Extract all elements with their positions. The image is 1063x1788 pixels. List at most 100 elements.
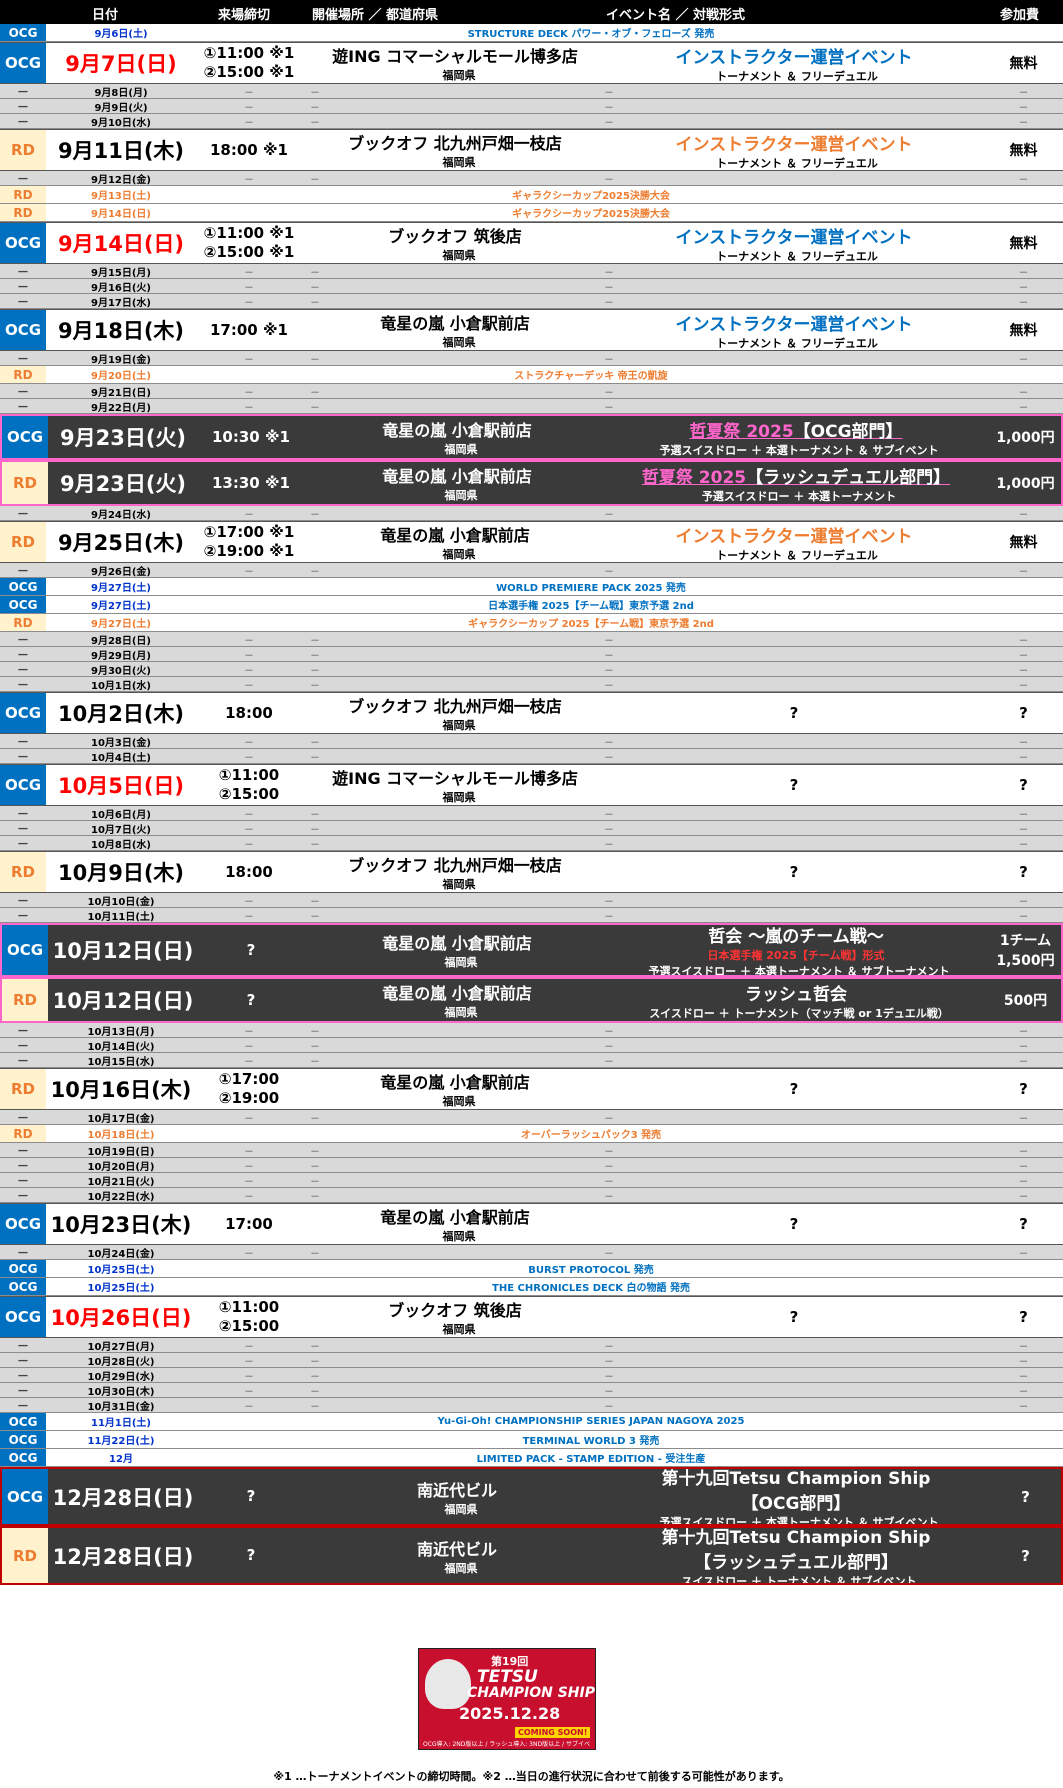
row-type-dash: － <box>16 1053 29 1068</box>
venue: ブックオフ 北九州戸畑一枝店 福岡県 <box>310 852 600 892</box>
row-type-dash: － <box>16 1143 29 1158</box>
venue-dash: － <box>310 1248 320 1260</box>
fee-dash: － <box>1018 1041 1029 1053</box>
entry-fee: ? <box>986 1528 1061 1583</box>
table-row: － 10月3日(金) － － － － <box>0 734 1063 749</box>
badge-ocg: OCG <box>0 693 46 733</box>
event-title-main: 哲夏祭 2025 <box>641 467 747 488</box>
date-cell: 11月22日(土) <box>87 1436 155 1447</box>
table-row: － 9月26日(金) － － － － <box>0 563 1063 578</box>
deadline-time: ? <box>246 1487 256 1505</box>
date-cell: 9月8日(月) <box>94 87 148 99</box>
event-format: 予選スイスドロー ＋ 本選トーナメント ＆ サブトーナメント <box>648 964 950 977</box>
fee-dash: － <box>1018 1026 1029 1038</box>
venue-dash: － <box>310 267 320 279</box>
venue: 竜星の嵐 小倉駅前店 福岡県 <box>310 1069 600 1109</box>
venue-prefecture: 福岡県 <box>442 1323 476 1336</box>
venue-name: 竜星の嵐 小倉駅前店 <box>380 314 530 333</box>
deadline-dash: － <box>244 650 254 662</box>
entry-fee: ? <box>984 765 1063 805</box>
deadline-dash: － <box>244 117 254 129</box>
table-row: － 9月28日(日) － － － － <box>0 632 1063 647</box>
event-dash: － <box>604 1113 614 1125</box>
event-dash: － <box>604 1401 614 1413</box>
event-date: 9月25日(木) <box>57 531 185 555</box>
table-row: － 9月21日(日) － － － － <box>0 384 1063 399</box>
date-cell: 10月10日(金) <box>87 896 155 908</box>
fee-value: ? <box>1021 1546 1030 1565</box>
event-dash: － <box>604 824 614 836</box>
table-row: － 10月27日(月) － － － － <box>0 1338 1063 1353</box>
poster-title-championship: CHAMPION SHIP <box>467 1685 595 1701</box>
event-date: 10月9日(木) <box>57 861 185 885</box>
event-format: 予選スイスドロー ＋ 本選トーナメント ＆ サブイベント <box>659 1515 939 1526</box>
deadline-times: ? <box>198 925 304 975</box>
table-row: － 10月30日(木) － － － － <box>0 1383 1063 1398</box>
deadline-time: 17:00 ※1 <box>210 320 288 339</box>
venue-dash: － <box>310 282 320 294</box>
fee-dash: － <box>1018 1146 1029 1158</box>
release-announcement: ギャラクシーカップ2025決勝大会 <box>512 191 670 202</box>
event-dash: － <box>604 566 614 578</box>
fee-value: 1,000円 <box>996 476 1055 492</box>
date-cell: 9月24日(水) <box>90 509 151 521</box>
venue-name: 遊ING コマーシャルモール博多店 <box>332 769 578 788</box>
date-cell: 9月26日(金) <box>90 566 151 578</box>
venue-dash: － <box>310 1191 320 1203</box>
date-cell: 9月22日(月) <box>90 402 151 414</box>
event-dash: － <box>604 896 614 908</box>
venue-prefecture: 福岡県 <box>442 69 476 82</box>
deadline-dash: － <box>244 809 254 821</box>
venue-prefecture: 福岡県 <box>442 249 476 262</box>
venue: 南近代ビル 福岡県 <box>312 1528 602 1583</box>
badge-ocg: OCG <box>0 596 46 613</box>
deadline-dash: － <box>244 1113 254 1125</box>
row-type-dash: － <box>16 294 29 309</box>
deadline-times: 18:00 <box>196 693 302 733</box>
venue: 竜星の嵐 小倉駅前店 福岡県 <box>312 979 602 1021</box>
date-cell: 9月9日(火) <box>94 102 148 114</box>
release-announcement: ストラクチャーデッキ 帝王の凱旋 <box>514 371 668 382</box>
fee-value: ? <box>1019 1308 1028 1326</box>
deadline-times: 17:00 <box>196 1204 302 1244</box>
table-row: OCG 10月23日(木) 17:00 竜星の嵐 小倉駅前店 福岡県?? <box>0 1203 1063 1245</box>
venue-name: 竜星の嵐 小倉駅前店 <box>382 467 532 486</box>
header-deadline: 来場締切 <box>218 8 271 23</box>
row-type-dash: － <box>16 1110 29 1125</box>
deadline-time: ②19:00 ※1 <box>203 542 295 560</box>
event-title-division: 【OCG部門】 <box>741 1493 851 1514</box>
event-unknown: ? <box>789 863 799 881</box>
deadline-time: ①17:00 <box>218 1070 280 1088</box>
row-type-dash: － <box>16 563 29 578</box>
deadline-time: ②15:00 <box>218 785 280 803</box>
venue-dash: － <box>310 896 320 908</box>
date-cell: 9月6日(土) <box>94 29 148 40</box>
badge-ocg: OCG <box>2 416 48 458</box>
venue-name: ブックオフ 筑後店 <box>388 227 522 246</box>
badge-rd: RD <box>0 852 46 892</box>
fee-dash: － <box>1018 752 1029 764</box>
venue-name: ブックオフ 筑後店 <box>388 1301 522 1320</box>
venue: 竜星の嵐 小倉駅前店 福岡県 <box>312 925 602 975</box>
fee-value: ? <box>1019 1215 1028 1233</box>
event-title: インストラクター運営イベント <box>676 130 913 155</box>
deadline-times: ①11:00 ②15:00 <box>196 765 302 805</box>
venue-prefecture: 福岡県 <box>442 719 476 732</box>
event-date: 10月26日(日) <box>50 1306 192 1330</box>
date-cell: 10月27日(月) <box>87 1341 155 1353</box>
venue-dash: － <box>310 752 320 764</box>
deadline-times: ? <box>198 1469 304 1524</box>
table-row: － 10月29日(水) － － － － <box>0 1368 1063 1383</box>
fee-dash: － <box>1018 1401 1029 1413</box>
fee-dash: － <box>1018 387 1029 399</box>
event-dash: － <box>604 635 614 647</box>
venue-dash: － <box>310 809 320 821</box>
venue-dash: － <box>310 824 320 836</box>
deadline-dash: － <box>244 1371 254 1383</box>
fee-value: 無料 <box>1009 323 1038 339</box>
event-format: トーナメント ＆ フリーデュエル <box>716 548 878 562</box>
release-announcement: LIMITED PACK - STAMP EDITION - 受注生産 <box>476 1454 706 1465</box>
venue-dash: － <box>310 1146 320 1158</box>
event-title: インストラクター運営イベント <box>676 223 913 248</box>
fee-dash: － <box>1018 1191 1029 1203</box>
